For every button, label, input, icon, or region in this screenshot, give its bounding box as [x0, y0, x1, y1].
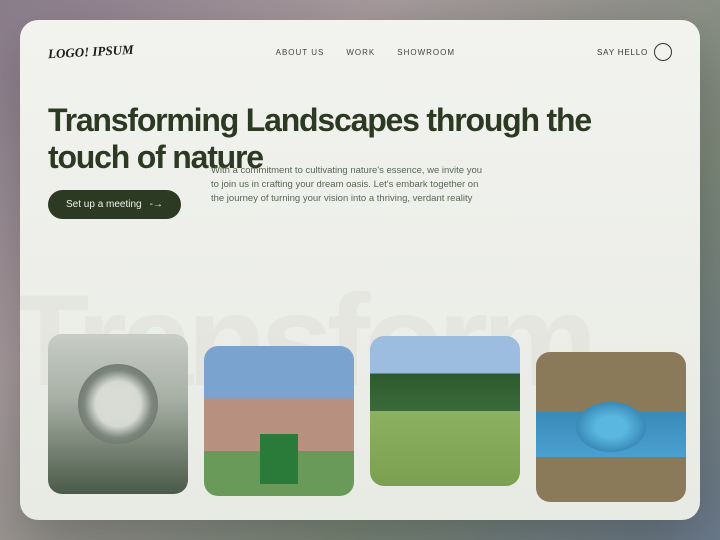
say-hello-label: SAY HELLO	[597, 48, 648, 57]
image-gallery	[48, 342, 672, 502]
hero-section: Transforming Landscapes through the touc…	[48, 102, 672, 219]
gallery-image-3[interactable]	[370, 336, 520, 486]
nav-links: ABOUT US WORK SHOWROOM	[276, 48, 455, 57]
gallery-image-1[interactable]	[48, 334, 188, 494]
logo[interactable]: LOGO! IPSUM	[48, 44, 134, 60]
top-nav: LOGO! IPSUM ABOUT US WORK SHOWROOM SAY H…	[48, 40, 672, 64]
setup-meeting-button[interactable]: Set up a meeting -→	[48, 190, 181, 219]
page-card: LOGO! IPSUM ABOUT US WORK SHOWROOM SAY H…	[20, 20, 700, 520]
nav-link-about[interactable]: ABOUT US	[276, 48, 325, 57]
nav-link-showroom[interactable]: SHOWROOM	[397, 48, 455, 57]
hero-subtext: With a commitment to cultivating nature'…	[211, 164, 491, 207]
gallery-image-4[interactable]	[536, 352, 686, 502]
gallery-image-2[interactable]	[204, 346, 354, 496]
nav-link-work[interactable]: WORK	[346, 48, 375, 57]
cta-label: Set up a meeting	[66, 199, 142, 210]
arrow-right-icon: -→	[150, 199, 163, 210]
nav-cta-group: SAY HELLO	[597, 43, 672, 61]
hero-sub-row: Set up a meeting -→ With a commitment to…	[48, 190, 672, 219]
say-hello-button[interactable]	[654, 43, 672, 61]
